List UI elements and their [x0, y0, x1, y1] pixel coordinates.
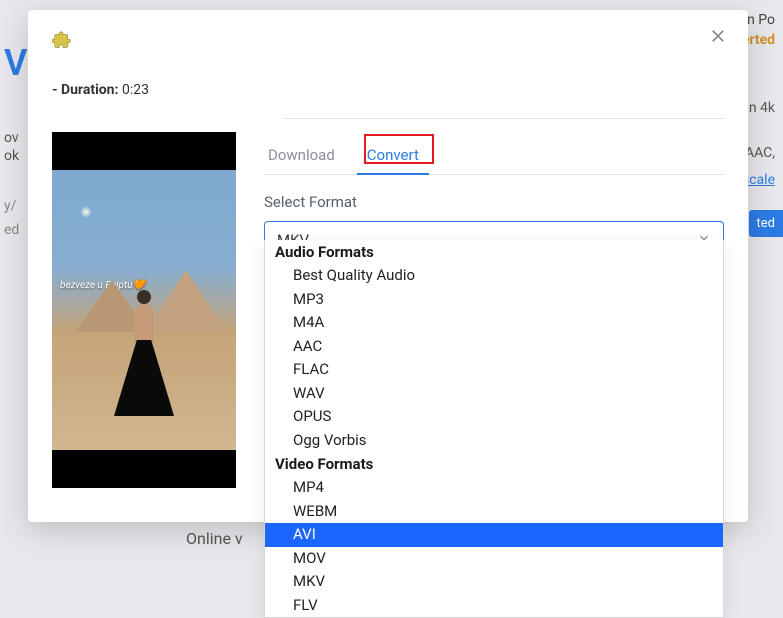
format-option[interactable]: AVI: [265, 523, 723, 547]
format-option[interactable]: Ogg Vorbis: [265, 429, 723, 453]
format-option[interactable]: Best Quality Audio: [265, 264, 723, 288]
close-icon: [709, 27, 727, 49]
tabs: Download Convert: [264, 132, 724, 175]
duration-value: 0:23: [122, 82, 149, 98]
select-format-label: Select Format: [264, 193, 724, 211]
bg-frag: y/: [4, 198, 16, 214]
format-option[interactable]: WEBM: [265, 500, 723, 524]
format-dropdown: Audio Formats Best Quality AudioMP3M4AAA…: [264, 240, 724, 618]
duration-row: - Duration: 0:23: [52, 82, 724, 98]
duration-label: - Duration:: [52, 82, 118, 98]
format-option[interactable]: M4A: [265, 311, 723, 335]
video-thumbnail: bezveze u Egiptu🧡: [52, 132, 236, 488]
convert-modal: - Duration: 0:23 bezveze u Egiptu🧡 Downl…: [28, 10, 748, 522]
bg-frag: ed: [4, 222, 19, 238]
extension-icon: [52, 30, 74, 56]
bg-frag: ov: [4, 130, 19, 146]
bg-bottom-text: Online v: [186, 529, 243, 548]
format-option[interactable]: FLAC: [265, 358, 723, 382]
optgroup-audio: Audio Formats: [265, 240, 723, 264]
format-option[interactable]: FLV: [265, 594, 723, 618]
optgroup-video: Video Formats: [265, 452, 723, 476]
format-option[interactable]: MKV: [265, 570, 723, 594]
format-option[interactable]: OPUS: [265, 405, 723, 429]
format-option[interactable]: MP3: [265, 288, 723, 312]
bg-button: ted: [749, 210, 783, 237]
format-option[interactable]: WAV: [265, 382, 723, 406]
format-option[interactable]: MOV: [265, 547, 723, 571]
tab-download[interactable]: Download: [264, 138, 339, 174]
bg-frag: in 4k: [745, 100, 775, 116]
bg-frag: ok: [4, 148, 19, 164]
bg-frag: n Po: [747, 12, 775, 28]
bg-frag: AAC,: [745, 145, 775, 161]
bg-frag: V: [4, 42, 27, 84]
format-option[interactable]: AAC: [265, 335, 723, 359]
divider: [284, 118, 724, 119]
format-option[interactable]: MP4: [265, 476, 723, 500]
tab-convert[interactable]: Convert: [363, 138, 423, 174]
close-button[interactable]: [706, 26, 730, 50]
